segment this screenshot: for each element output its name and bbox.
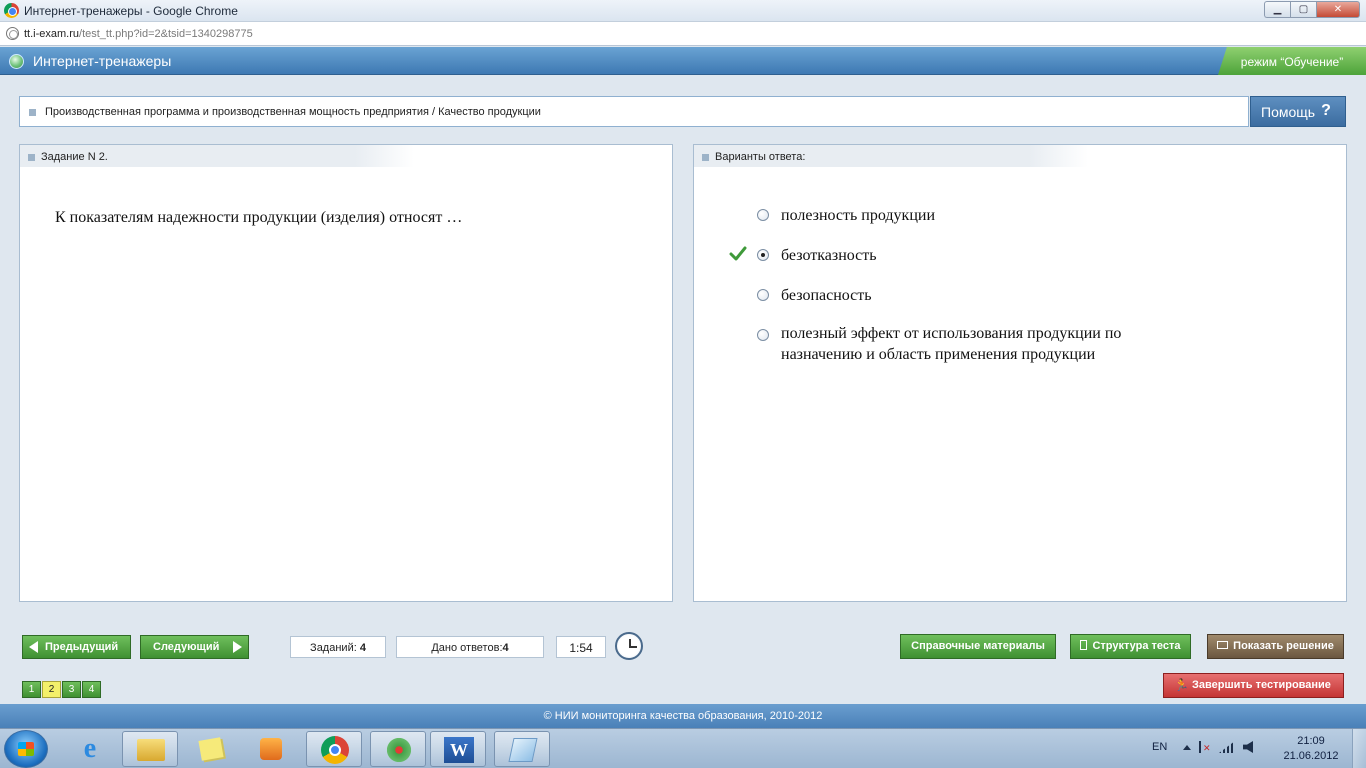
- taskbar-notepad[interactable]: [494, 731, 550, 767]
- task-number: Задание N 2.: [41, 151, 108, 163]
- volume-speaker-icon[interactable]: [1243, 741, 1253, 753]
- answer-label: безотказность: [781, 247, 877, 264]
- breadcrumb: Производственная программа и производств…: [19, 96, 1249, 127]
- language-indicator[interactable]: EN: [1152, 741, 1167, 753]
- answer-label: безопасность: [781, 287, 872, 304]
- running-man-icon: 🏃: [1174, 678, 1189, 692]
- taskbar-explorer[interactable]: [122, 731, 178, 767]
- window-title: Интернет-тренажеры - Google Chrome: [24, 4, 238, 18]
- tasks-count: 4: [359, 642, 366, 654]
- solution-label: Показать решение: [1233, 640, 1334, 652]
- clock-icon: [615, 632, 643, 660]
- taskbar-clock[interactable]: 21:09 21.06.2012: [1281, 734, 1341, 764]
- bullet-square-icon: [702, 154, 709, 161]
- radio-button[interactable]: [757, 209, 769, 221]
- reference-materials-button[interactable]: Справочные материалы: [900, 634, 1056, 659]
- taskbar-word[interactable]: W: [430, 731, 486, 767]
- radio-button-selected[interactable]: [757, 249, 769, 261]
- finish-label: Завершить тестирование: [1192, 679, 1331, 691]
- minimize-button[interactable]: ▁: [1264, 1, 1290, 18]
- taskbar-ie[interactable]: e: [62, 731, 118, 767]
- answer-label: полезный эффект от использования продукц…: [781, 325, 1122, 363]
- breadcrumb-text: Производственная программа и производств…: [45, 106, 541, 118]
- taskbar: e W EN 21:09 21.06.2012: [0, 728, 1366, 768]
- icq-flower-icon: [385, 736, 413, 764]
- maximize-button[interactable]: ▢: [1290, 1, 1316, 18]
- radio-button[interactable]: [757, 329, 769, 341]
- correct-checkmark-icon: [729, 246, 747, 261]
- previous-button[interactable]: Предыдущий: [22, 635, 131, 659]
- close-button[interactable]: ✕: [1316, 1, 1360, 18]
- bullet-square-icon: [28, 154, 35, 161]
- radio-button[interactable]: [757, 289, 769, 301]
- page-button-4[interactable]: 4: [82, 681, 101, 698]
- answered-count-box: Дано ответов:4: [396, 636, 544, 658]
- page-button-3[interactable]: 3: [62, 681, 81, 698]
- url-host: tt.i-exam.ru: [24, 28, 80, 40]
- clock-date: 21.06.2012: [1283, 750, 1339, 762]
- notepad-icon: [508, 738, 538, 762]
- app-header: Интернет-тренажеры режим “Обучение”: [0, 47, 1366, 75]
- help-label: Помощь: [1261, 104, 1316, 120]
- book-icon: [1217, 641, 1229, 649]
- show-hidden-icons-icon[interactable]: [1183, 744, 1191, 750]
- answers-panel-header: Варианты ответа:: [694, 145, 1088, 167]
- timer: 1:54: [556, 636, 606, 658]
- app-logo-icon: [9, 54, 24, 69]
- structure-label: Структура теста: [1092, 640, 1181, 652]
- folder-icon: [137, 739, 165, 761]
- show-desktop-button[interactable]: [1352, 729, 1366, 768]
- answers-header-label: Варианты ответа:: [715, 151, 806, 163]
- address-bar[interactable]: tt.i-exam.ru/test_tt.php?id=2&tsid=13402…: [0, 22, 1366, 46]
- url-path: /test_tt.php?id=2&tsid=1340298775: [79, 28, 253, 40]
- taskbar-media-player[interactable]: [243, 731, 299, 767]
- network-signal-icon[interactable]: [1219, 741, 1235, 753]
- bullet-square-icon: [29, 109, 36, 116]
- answer-label: полезность продукции: [781, 207, 936, 224]
- page-button-1[interactable]: 1: [22, 681, 41, 698]
- media-player-icon: [260, 738, 282, 760]
- answered-count: 4: [502, 642, 509, 654]
- globe-icon: [6, 27, 19, 40]
- word-icon: W: [444, 737, 474, 763]
- question-text: К показателям надежности продукции (изде…: [55, 209, 463, 226]
- test-structure-button[interactable]: Структура теста: [1070, 634, 1191, 659]
- sticky-notes-icon: [198, 737, 224, 761]
- next-button[interactable]: Следующий: [140, 635, 249, 659]
- arrow-right-icon: [233, 641, 242, 653]
- answers-panel: Варианты ответа: полезность продукции бе…: [693, 144, 1347, 602]
- footer-copyright: © НИИ мониторинга качества образования, …: [0, 704, 1366, 728]
- show-solution-button[interactable]: Показать решение: [1207, 634, 1344, 659]
- next-label: Следующий: [153, 641, 220, 653]
- tasks-label: Заданий:: [310, 642, 357, 654]
- clock-time: 21:09: [1297, 735, 1325, 747]
- system-tray: [1183, 741, 1253, 754]
- page-button-2-current[interactable]: 2: [42, 681, 61, 698]
- taskbar-sticky-notes[interactable]: [184, 731, 240, 767]
- app-title: Интернет-тренажеры: [33, 53, 172, 69]
- taskbar-chrome[interactable]: [306, 731, 362, 767]
- taskbar-icq[interactable]: [370, 731, 426, 767]
- page-navigator: 1 2 3 4: [22, 681, 101, 698]
- action-center-flag-icon[interactable]: [1199, 741, 1211, 754]
- task-panel-header: Задание N 2.: [20, 145, 414, 167]
- task-panel: Задание N 2. К показателям надежности пр…: [19, 144, 673, 602]
- chrome-icon: [321, 736, 349, 764]
- chrome-logo-icon: [4, 3, 19, 18]
- internet-explorer-icon: e: [83, 733, 97, 764]
- previous-label: Предыдущий: [45, 641, 119, 653]
- start-button[interactable]: [4, 730, 48, 768]
- answered-label: Дано ответов:: [431, 642, 503, 654]
- url-text[interactable]: tt.i-exam.ru/test_tt.php?id=2&tsid=13402…: [24, 28, 253, 40]
- window-titlebar[interactable]: Интернет-тренажеры - Google Chrome ▁ ▢ ✕: [0, 0, 1366, 22]
- mode-badge: режим “Обучение”: [1218, 47, 1366, 75]
- question-mark-icon: ?: [1321, 102, 1331, 119]
- tasks-count-box: Заданий: 4: [290, 636, 386, 658]
- document-icon: [1080, 640, 1088, 650]
- help-button[interactable]: Помощь ?: [1250, 96, 1346, 127]
- finish-test-button[interactable]: 🏃 Завершить тестирование: [1163, 673, 1344, 698]
- arrow-left-icon: [29, 641, 38, 653]
- window-controls: ▁ ▢ ✕: [1264, 1, 1360, 18]
